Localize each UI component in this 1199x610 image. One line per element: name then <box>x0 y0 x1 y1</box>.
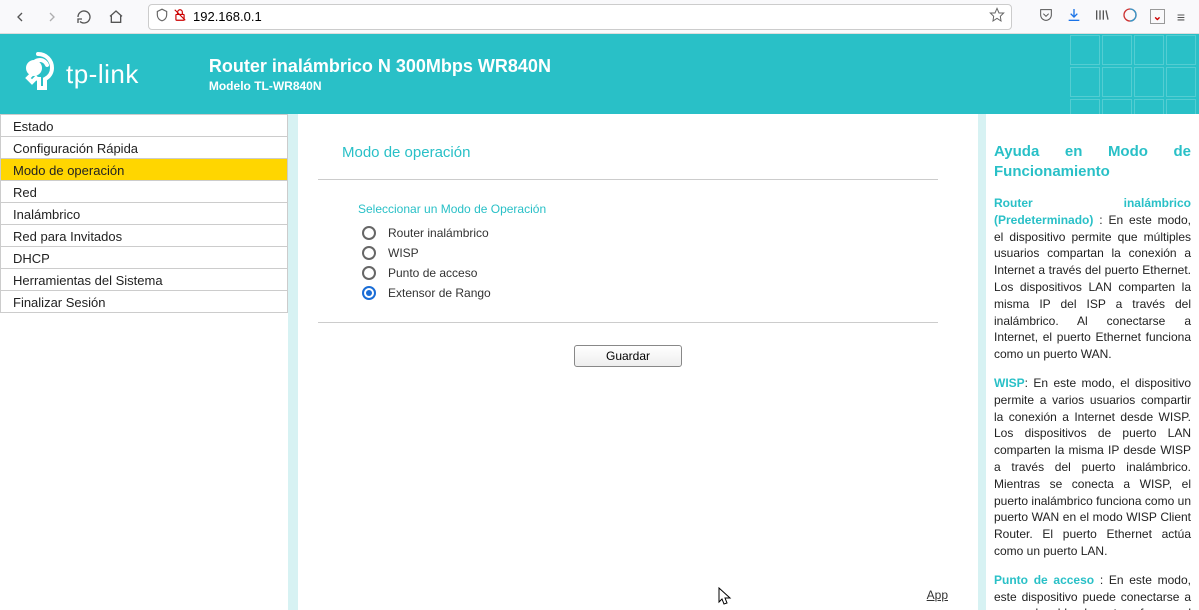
bookmark-star-icon[interactable] <box>989 7 1005 26</box>
form-label: Seleccionar un Modo de Operación <box>358 202 898 216</box>
brand-logo: tp-link <box>20 52 139 96</box>
sidebar-item-0[interactable]: Estado <box>0 114 288 137</box>
address-bar[interactable] <box>148 4 1012 30</box>
radio-3[interactable] <box>362 286 376 300</box>
help-title: Ayuda en Modo de Funcionamiento <box>994 142 1191 181</box>
save-button[interactable]: Guardar <box>574 345 682 367</box>
content-panel: Modo de operación Seleccionar un Modo de… <box>298 114 978 610</box>
sidebar-item-2[interactable]: Modo de operación <box>0 158 288 181</box>
radio-label-0: Router inalámbrico <box>388 226 489 240</box>
radio-2[interactable] <box>362 266 376 280</box>
layout-gap <box>288 114 298 610</box>
radio-row-1: WISP <box>362 246 898 260</box>
brand-text: tp-link <box>66 59 139 90</box>
reload-button[interactable] <box>72 5 96 29</box>
radio-1[interactable] <box>362 246 376 260</box>
help-term-0: Router inalámbrico (Predeterminado) <box>994 196 1191 227</box>
library-icon[interactable] <box>1094 7 1110 26</box>
sidebar-item-6[interactable]: DHCP <box>0 246 288 269</box>
radio-label-2: Punto de acceso <box>388 266 477 280</box>
app-link[interactable]: App <box>927 588 948 602</box>
sidebar-item-3[interactable]: Red <box>0 180 288 203</box>
sidebar-item-7[interactable]: Herramientas del Sistema <box>0 268 288 291</box>
sidebar-item-1[interactable]: Configuración Rápida <box>0 136 288 159</box>
sidebar-item-4[interactable]: Inalámbrico <box>0 202 288 225</box>
cursor-icon <box>718 587 732 607</box>
shield-icon[interactable] <box>155 8 169 25</box>
extension-icon-2[interactable]: ⌄ <box>1150 9 1165 24</box>
help-panel: Ayuda en Modo de Funcionamiento Router i… <box>986 114 1199 610</box>
sidebar-item-8[interactable]: Finalizar Sesión <box>0 290 288 313</box>
extension-icon-1[interactable] <box>1122 7 1138 26</box>
radio-row-2: Punto de acceso <box>362 266 898 280</box>
help-paragraph-2: Punto de acceso : En este modo, este dis… <box>994 572 1191 610</box>
page-header: tp-link Router inalámbrico N 300Mbps WR8… <box>0 34 1199 114</box>
help-term-1: WISP <box>994 376 1025 390</box>
header-pattern <box>1069 34 1199 114</box>
help-paragraph-0: Router inalámbrico (Predeterminado) : En… <box>994 195 1191 363</box>
sidebar-item-5[interactable]: Red para Invitados <box>0 224 288 247</box>
back-button[interactable] <box>8 5 32 29</box>
radio-label-1: WISP <box>388 246 419 260</box>
home-button[interactable] <box>104 5 128 29</box>
forward-button[interactable] <box>40 5 64 29</box>
layout-gap <box>978 114 986 610</box>
product-model: Modelo TL-WR840N <box>209 79 551 93</box>
more-icon[interactable]: ≡ <box>1177 9 1185 25</box>
sidebar-nav: EstadoConfiguración RápidaModo de operac… <box>0 114 288 610</box>
radio-0[interactable] <box>362 226 376 240</box>
radio-row-0: Router inalámbrico <box>362 226 898 240</box>
url-input[interactable] <box>193 9 983 24</box>
product-title: Router inalámbrico N 300Mbps WR840N <box>209 56 551 77</box>
browser-toolbar: ⌄ ≡ <box>0 0 1199 34</box>
section-title: Modo de operación <box>318 138 938 180</box>
radio-label-3: Extensor de Rango <box>388 286 491 300</box>
pocket-icon[interactable] <box>1038 7 1054 26</box>
radio-row-3: Extensor de Rango <box>362 286 898 300</box>
help-term-2: Punto de acceso <box>994 573 1094 587</box>
download-icon[interactable] <box>1066 7 1082 26</box>
help-paragraph-1: WISP: En este modo, el dispositivo permi… <box>994 375 1191 560</box>
insecure-lock-icon[interactable] <box>173 8 187 25</box>
